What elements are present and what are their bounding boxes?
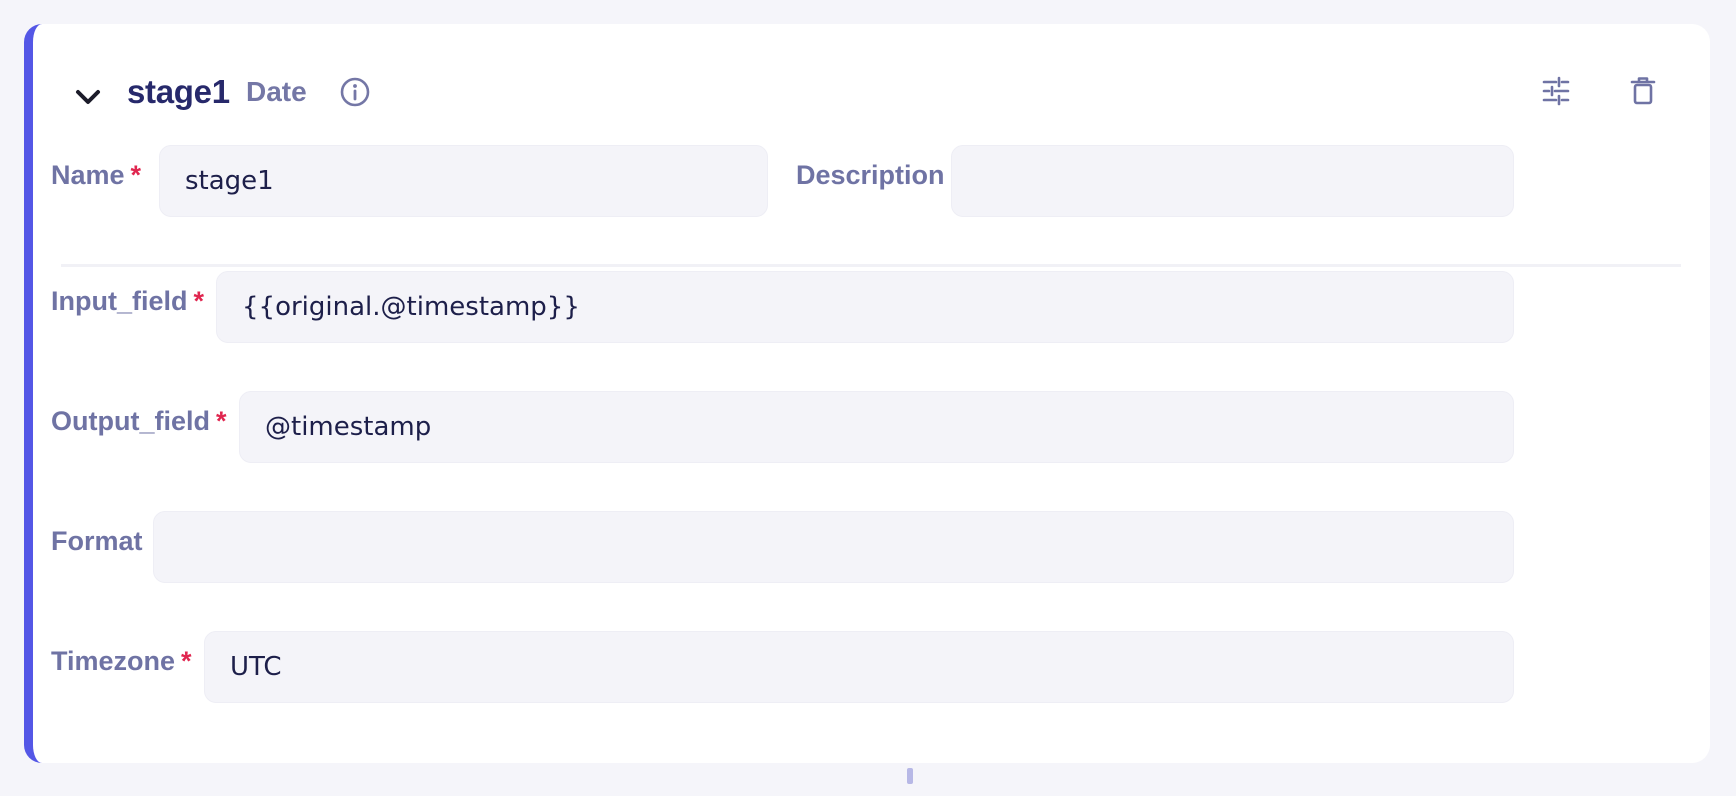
required-mark: *: [181, 646, 192, 676]
divider: [61, 264, 1681, 267]
delete-button[interactable]: [1622, 72, 1664, 114]
format-label-text: Format: [51, 526, 143, 556]
name-input-value: stage1: [185, 166, 274, 196]
info-icon[interactable]: [338, 75, 372, 109]
format-label: Format: [51, 526, 143, 557]
stage-title: stage1: [127, 73, 230, 110]
required-mark: *: [193, 286, 205, 316]
chevron-down-icon[interactable]: [70, 79, 106, 115]
input-field-value: {{original.@timestamp}}: [242, 292, 580, 322]
timezone-label-text: Timezone: [51, 646, 176, 676]
name-label-text: Name: [51, 160, 125, 190]
trash-icon: [1630, 76, 1656, 111]
output-field-value: @timestamp: [265, 412, 432, 442]
format-input[interactable]: [153, 511, 1514, 583]
output-field-label: Output_field *: [51, 406, 227, 437]
input-field-label: Input_field *: [51, 286, 204, 317]
input-field-input[interactable]: {{original.@timestamp}}: [216, 271, 1514, 343]
output-field-input[interactable]: @timestamp: [239, 391, 1514, 463]
output-field-label-text: Output_field: [51, 406, 210, 436]
name-input[interactable]: stage1: [159, 145, 768, 217]
stage-card: stage1 Date Name * stage1 Description In…: [24, 24, 1710, 763]
settings-button[interactable]: [1535, 72, 1577, 114]
timezone-input[interactable]: UTC: [204, 631, 1514, 703]
name-label: Name *: [51, 160, 141, 191]
timezone-input-value: UTC: [230, 652, 282, 682]
description-label-text: Description: [796, 160, 945, 190]
page: stage1 Date Name * stage1 Description In…: [0, 0, 1736, 796]
description-label: Description: [796, 160, 945, 191]
input-field-label-text: Input_field: [51, 286, 188, 316]
sliders-icon: [1541, 76, 1571, 111]
timezone-label: Timezone *: [51, 646, 192, 677]
resize-handle[interactable]: [907, 768, 913, 784]
stage-type-label: Date: [246, 76, 307, 107]
description-input[interactable]: [951, 145, 1514, 217]
required-mark: *: [215, 406, 227, 436]
required-mark: *: [130, 160, 142, 190]
